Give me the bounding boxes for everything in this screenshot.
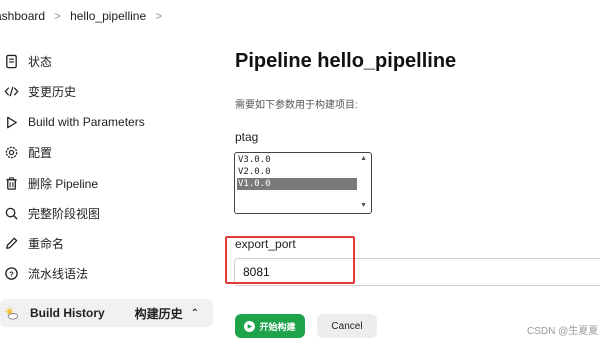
start-build-label: 开始构建 — [259, 321, 296, 332]
sidebar-item-label: Build with Parameters — [28, 115, 145, 129]
scroll-down-arrow-icon[interactable]: ▼ — [360, 202, 367, 209]
build-history-toggle[interactable]: 构建历史 ⌃ — [135, 305, 199, 322]
document-icon — [2, 52, 20, 70]
sidebar-item-full-stage-view[interactable]: 完整阶段视图 — [0, 202, 100, 224]
param-label-ptag: ptag — [235, 130, 259, 144]
start-build-button[interactable]: ▶ 开始构建 — [235, 314, 305, 338]
sidebar-item-configure[interactable]: 配置 — [0, 141, 52, 163]
play-icon — [2, 113, 20, 131]
sidebar-item-label: 变更历史 — [28, 84, 77, 99]
breadcrumb: ashboard > hello_pipelline > — [0, 0, 600, 32]
play-icon: ▶ — [244, 320, 256, 332]
breadcrumb-separator: > — [54, 9, 62, 23]
cancel-button[interactable]: Cancel — [317, 314, 377, 338]
code-icon — [2, 82, 20, 100]
sidebar-item-label: 重命名 — [28, 236, 65, 251]
page-title: Pipeline hello_pipelline — [235, 50, 457, 72]
sidebar-item-changes[interactable]: 变更历史 — [0, 80, 76, 102]
build-history-header[interactable]: Build History 构建历史 ⌃ — [0, 299, 213, 327]
param-label-export-port: export_port — [235, 237, 296, 251]
build-history-label: Build History — [30, 306, 105, 320]
sidebar-item-label: 状态 — [28, 54, 53, 69]
sidebar-item-rename[interactable]: 重命名 — [0, 232, 64, 254]
build-history-cn-label: 构建历史 — [134, 306, 183, 321]
weather-icon — [2, 304, 20, 322]
search-icon — [2, 204, 20, 222]
ptag-option[interactable]: V3.0.0 — [237, 154, 357, 166]
scroll-up-arrow-icon[interactable]: ▲ — [360, 155, 367, 162]
sidebar-item-status[interactable]: 状态 — [0, 50, 52, 72]
help-icon: ? — [2, 264, 20, 282]
page-subtitle: 需要如下参数用于构建项目: — [235, 100, 358, 111]
sidebar-item-label: 流水线语法 — [28, 266, 89, 281]
export-port-input[interactable]: 8081 — [234, 258, 600, 286]
gear-icon — [2, 143, 20, 161]
sidebar-item-label: 完整阶段视图 — [28, 206, 101, 221]
chevron-up-icon: ⌃ — [190, 307, 199, 319]
sidebar-item-delete-pipeline[interactable]: 删除 Pipeline — [0, 172, 98, 194]
breadcrumb-dashboard[interactable]: ashboard — [0, 9, 45, 23]
breadcrumb-pipeline[interactable]: hello_pipelline — [70, 9, 146, 23]
ptag-option[interactable]: V2.0.0 — [237, 166, 357, 178]
ptag-listbox[interactable]: V3.0.0 V2.0.0 V1.0.0 ▲ ▼ — [234, 152, 372, 214]
ptag-option-selected[interactable]: V1.0.0 — [237, 178, 357, 190]
svg-text:?: ? — [9, 269, 14, 278]
sidebar-item-label: 删除 Pipeline — [28, 176, 99, 191]
trash-icon — [2, 174, 20, 192]
breadcrumb-separator[interactable]: > — [155, 9, 162, 23]
pencil-icon — [2, 234, 20, 252]
sidebar-item-pipeline-syntax[interactable]: ? 流水线语法 — [0, 262, 88, 284]
watermark: CSDN @生夏夏 — [527, 326, 599, 337]
sidebar-item-label: 配置 — [28, 145, 53, 160]
sidebar-item-build-with-parameters[interactable]: Build with Parameters — [0, 111, 145, 133]
